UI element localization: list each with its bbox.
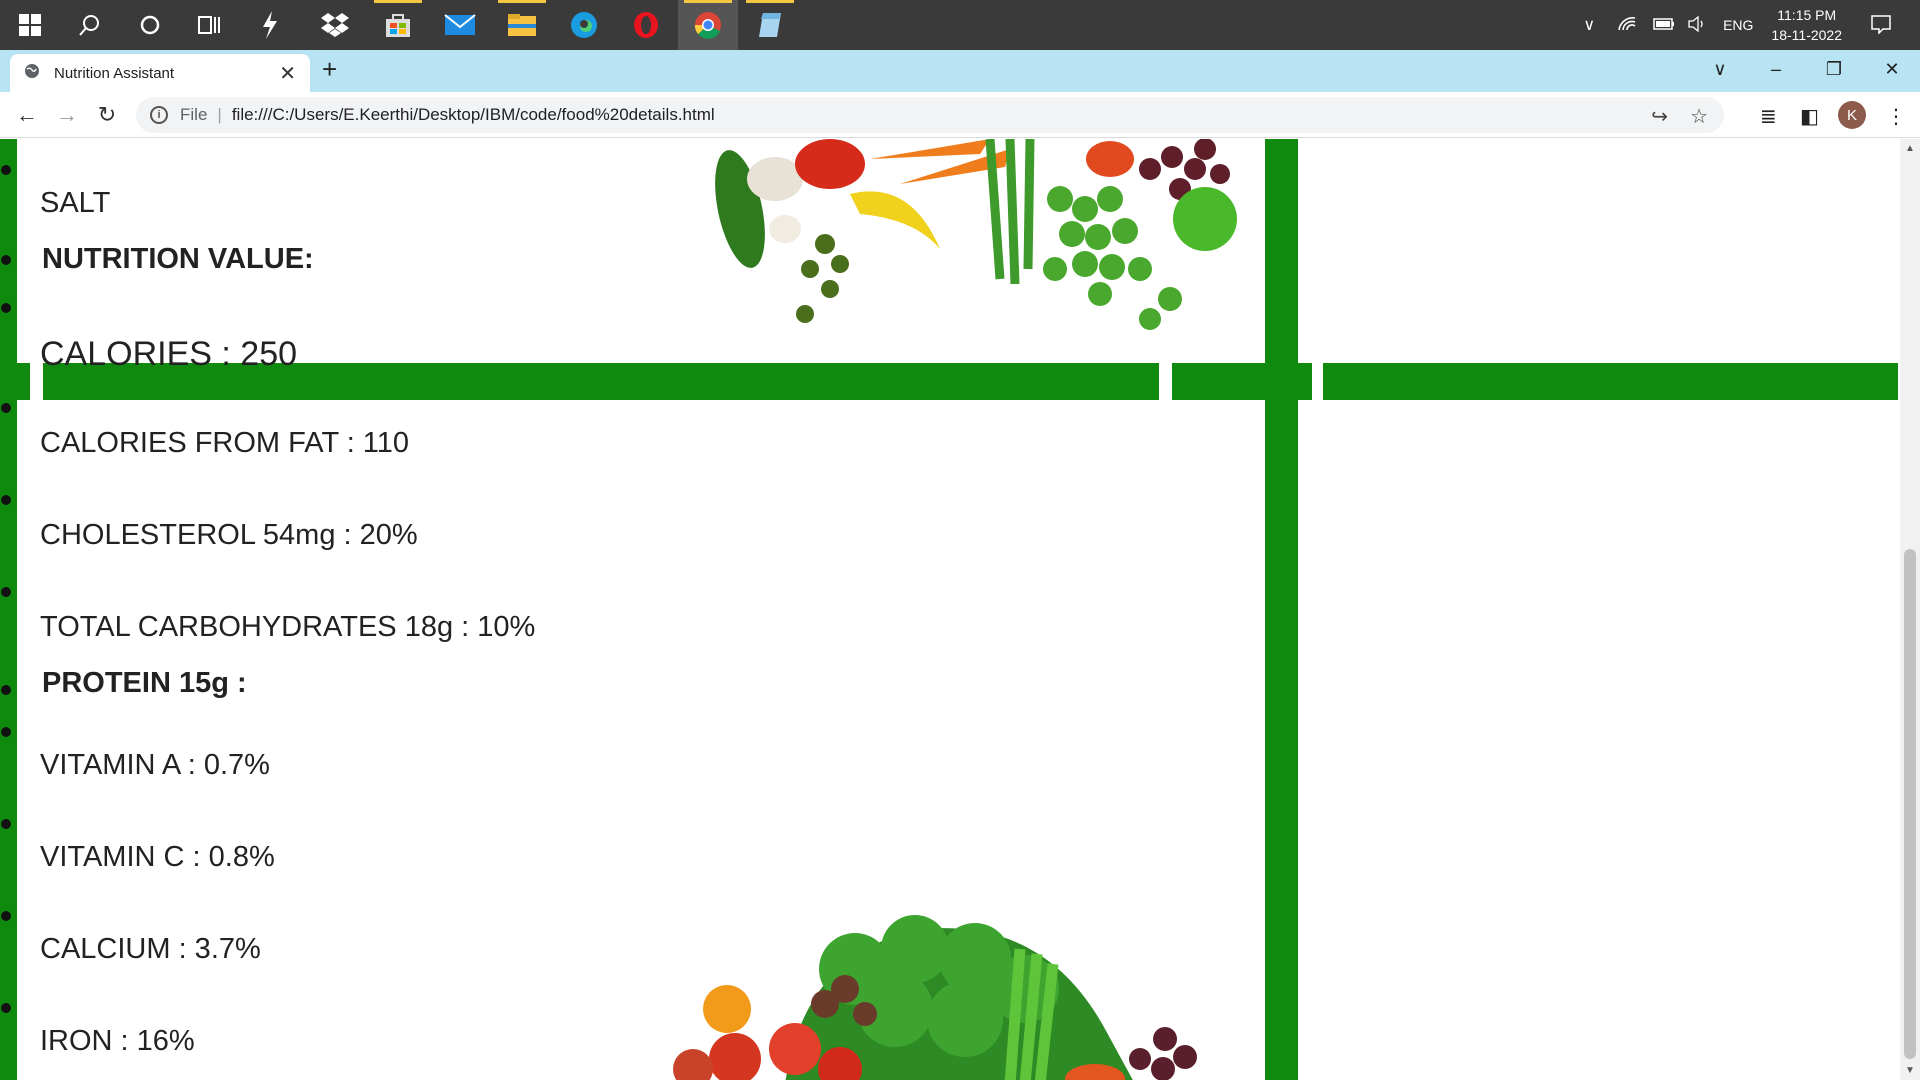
left-green-border [0, 139, 17, 1080]
calcium-value: CALCIUM : 3.7% [40, 933, 261, 965]
windows-taskbar: ∨ ENG 11:15 PM 18-11-2022 [0, 0, 1920, 50]
list-bullet [1, 403, 11, 413]
green-row-divider [0, 363, 30, 400]
wifi-icon[interactable] [1617, 16, 1637, 35]
notepad-app-icon[interactable] [740, 0, 800, 50]
edge-icon[interactable] [554, 0, 614, 50]
address-scheme-label: File [180, 105, 208, 124]
page-scrollbar[interactable]: ▲ ▼ [1900, 139, 1920, 1080]
list-bullet [1, 819, 11, 829]
task-view-icon[interactable] [180, 0, 240, 50]
address-bar-actions: ↪ ☆ [1651, 104, 1708, 129]
vegetable-basket-image [673, 915, 1197, 1080]
close-tab-icon[interactable]: ✕ [279, 61, 296, 86]
opera-icon[interactable] [616, 0, 676, 50]
carbohydrates-value: TOTAL CARBOHYDRATES 18g : 10% [40, 611, 536, 643]
scroll-thumb[interactable] [1904, 549, 1916, 1059]
cholesterol-value: CHOLESTEROL 54mg : 20% [40, 519, 418, 551]
mail-icon[interactable] [430, 0, 490, 50]
list-bullet [1, 727, 11, 737]
file-explorer-icon[interactable] [492, 0, 552, 50]
windows-start-icon[interactable] [0, 0, 60, 50]
list-bullet [1, 587, 11, 597]
browser-tab-strip: Nutrition Assistant ✕ [0, 50, 1920, 92]
dropbox-icon[interactable] [305, 0, 365, 50]
green-row-divider [1172, 363, 1312, 400]
new-tab-button[interactable]: + [322, 54, 337, 85]
lightning-app-icon[interactable] [240, 0, 300, 50]
tab-title: Nutrition Assistant [54, 64, 175, 82]
list-bullet [1, 255, 11, 265]
nutrition-value-heading: NUTRITION VALUE: [42, 243, 314, 275]
scroll-up-arrow-icon[interactable]: ▲ [1900, 143, 1920, 154]
scroll-down-arrow-icon[interactable]: ▼ [1900, 1065, 1920, 1076]
restore-button[interactable]: ❐ [1806, 50, 1862, 88]
language-indicator[interactable]: ENG [1723, 17, 1753, 33]
reading-list-icon[interactable]: ≣ [1760, 104, 1777, 129]
ingredient-salt: SALT [40, 187, 111, 219]
volume-icon[interactable] [1687, 15, 1707, 35]
list-bullet [1, 495, 11, 505]
green-column-divider [1265, 139, 1298, 1080]
bookmark-star-icon[interactable]: ☆ [1690, 104, 1708, 129]
protein-heading: PROTEIN 15g : [42, 667, 247, 699]
clock-time: 11:15 PM [1777, 7, 1837, 23]
minimize-button[interactable]: – [1748, 50, 1804, 88]
calories-value: CALORIES : 250 [40, 335, 298, 373]
tab-nutrition-assistant[interactable]: Nutrition Assistant ✕ [10, 54, 310, 92]
chrome-icon[interactable] [678, 0, 738, 50]
close-window-button[interactable]: ✕ [1864, 50, 1920, 88]
reload-button[interactable]: ↻ [92, 100, 122, 130]
list-bullet [1, 303, 11, 313]
side-panel-icon[interactable]: ◧ [1800, 104, 1819, 129]
chevron-up-icon[interactable]: ∨ [1583, 15, 1595, 35]
vitamin-a-value: VITAMIN A : 0.7% [40, 749, 270, 781]
share-icon[interactable]: ↪ [1651, 104, 1668, 129]
address-separator: | [217, 105, 222, 124]
system-tray: ∨ ENG 11:15 PM 18-11-2022 [1583, 0, 1920, 50]
green-row-divider [1323, 363, 1898, 400]
vitamin-c-value: VITAMIN C : 0.8% [40, 841, 275, 873]
system-clock[interactable]: 11:15 PM 18-11-2022 [1771, 5, 1842, 45]
search-icon[interactable] [60, 0, 120, 50]
page-viewport: SALT NUTRITION VALUE: CALORIES : 250 CAL… [0, 139, 1900, 1080]
notification-center-icon[interactable] [1870, 14, 1892, 37]
list-bullet [1, 685, 11, 695]
vegetables-image [715, 139, 1237, 330]
more-menu-icon[interactable]: ⋮ [1886, 104, 1906, 129]
address-bar[interactable]: i File | file:///C:/Users/E.Keerthi/Desk… [136, 97, 1724, 133]
calories-from-fat-value: CALORIES FROM FAT : 110 [40, 427, 410, 459]
address-url[interactable]: file:///C:/Users/E.Keerthi/Desktop/IBM/c… [232, 105, 715, 125]
list-bullet [1, 911, 11, 921]
site-info-icon[interactable]: i [150, 106, 168, 124]
iron-value: IRON : 16% [40, 1025, 195, 1057]
forward-button[interactable]: → [52, 100, 82, 130]
globe-icon [24, 63, 40, 84]
tab-search-chevron-icon[interactable]: ∨ [1692, 50, 1748, 88]
list-bullet [1, 1003, 11, 1013]
battery-icon[interactable] [1653, 17, 1675, 34]
browser-toolbar: ← → ↻ i File | file:///C:/Users/E.Keerth… [0, 92, 1920, 138]
back-button[interactable]: ← [12, 100, 42, 130]
list-bullet [1, 165, 11, 175]
cortana-icon[interactable] [120, 0, 180, 50]
store-icon[interactable] [368, 0, 428, 50]
clock-date: 18-11-2022 [1771, 27, 1842, 43]
profile-avatar[interactable]: K [1838, 101, 1866, 129]
